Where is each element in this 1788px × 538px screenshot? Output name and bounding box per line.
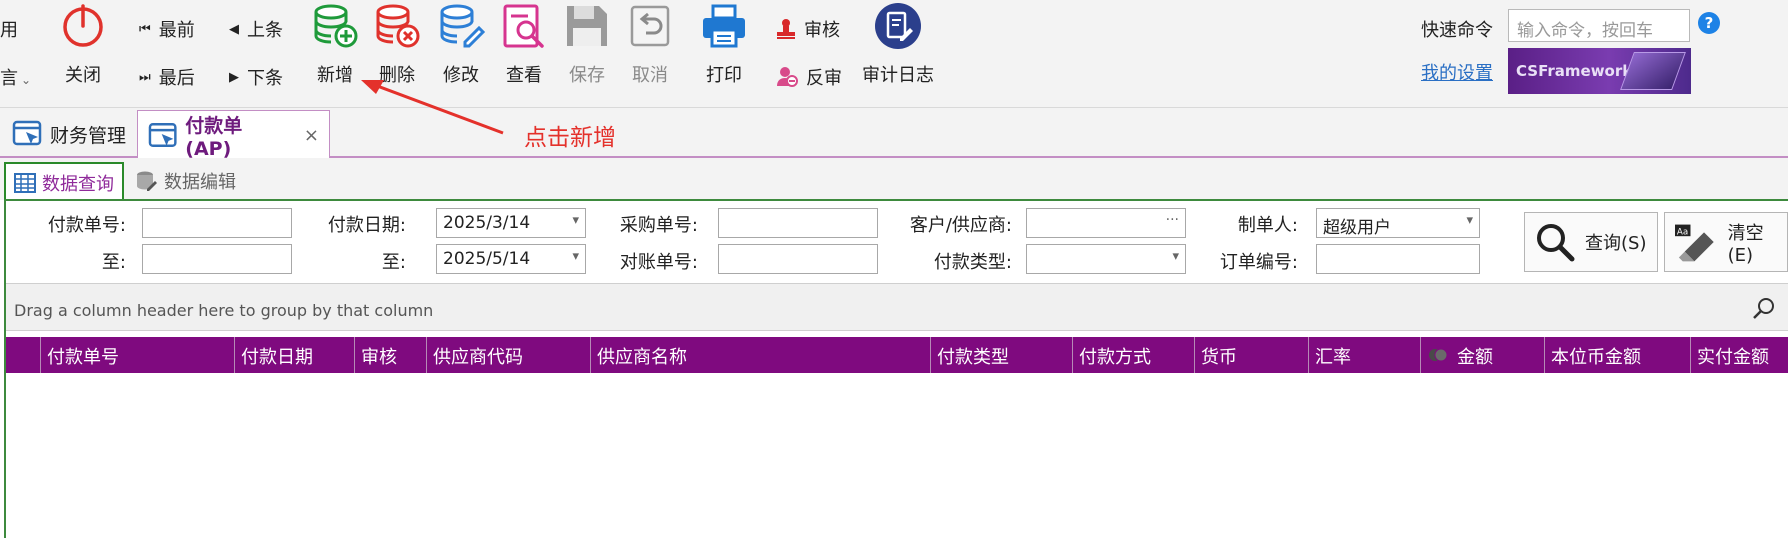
svg-text:Aa: Aa (1677, 227, 1688, 237)
database-edit-gray-icon (137, 171, 157, 191)
purchase-no-input[interactable] (718, 208, 878, 238)
column-header[interactable]: 付款单号 (40, 337, 234, 373)
column-header[interactable]: 付款日期 (234, 337, 354, 373)
group-by-panel[interactable]: Drag a column header here to group by th… (6, 283, 1788, 331)
payment-no-to-input[interactable] (142, 244, 292, 274)
column-header[interactable]: 供应商代码 (426, 337, 590, 373)
to-label-1: 至: (101, 252, 126, 273)
creator-label: 制单人: (1237, 215, 1298, 236)
customer-supplier-input[interactable] (1026, 208, 1186, 238)
payment-type-label: 付款类型: (933, 252, 1012, 273)
payment-type-select[interactable] (1026, 244, 1186, 274)
payment-no-from-input[interactable] (142, 208, 292, 238)
payment-date-from-picker[interactable]: 2025/3/14 (436, 208, 586, 238)
grid-header: 付款单号 付款日期 审核 供应商代码 供应商名称 付款类型 付款方式 货币 汇率… (6, 337, 1788, 373)
subtab-data-edit-label: 数据编辑 (164, 172, 236, 193)
column-header[interactable]: 本位币金额 (1544, 337, 1690, 373)
column-header[interactable]: 审核 (354, 337, 426, 373)
column-header[interactable]: 实付金额 (1690, 337, 1788, 373)
reconcile-no-input[interactable] (718, 244, 878, 274)
column-header-amount[interactable]: 金额 (1420, 337, 1544, 373)
customer-supplier-label: 客户/供应商: (909, 215, 1012, 236)
subtab-data-edit[interactable]: 数据编辑 (128, 162, 244, 200)
creator-select[interactable]: 超级用户 (1316, 208, 1480, 238)
column-header[interactable]: 供应商名称 (590, 337, 930, 373)
order-no-input[interactable] (1316, 244, 1480, 274)
subtab-data-query-label: 数据查询 (42, 174, 114, 195)
eraser-icon: Aa (1675, 224, 1714, 262)
clear-button[interactable]: Aa 清空(E) (1664, 212, 1788, 272)
row-indicator-header (6, 337, 40, 373)
column-header[interactable]: 汇率 (1308, 337, 1420, 373)
column-header-amount-label: 金额 (1457, 347, 1493, 368)
to-label-2: 至: (381, 252, 406, 273)
payment-date-label: 付款日期: (327, 215, 406, 236)
query-button[interactable]: 查询(S) (1524, 212, 1658, 272)
purchase-no-label: 采购单号: (619, 215, 698, 236)
sub-tab-bar: 数据查询 数据编辑 (0, 158, 1788, 202)
magnifier-icon (1537, 224, 1575, 262)
coins-icon (1429, 348, 1448, 362)
subtab-data-query[interactable]: 数据查询 (4, 162, 124, 202)
payment-no-label: 付款单号: (47, 215, 126, 236)
grid-body[interactable] (6, 373, 1788, 538)
column-header[interactable]: 付款方式 (1072, 337, 1194, 373)
column-header[interactable]: 货币 (1194, 337, 1308, 373)
table-grid-icon (14, 173, 36, 193)
annotation-text: 点击新增 (524, 125, 616, 151)
query-button-label: 查询(S) (1585, 233, 1647, 254)
payment-date-to-picker[interactable]: 2025/5/14 (436, 244, 586, 274)
search-icon[interactable] (1752, 296, 1776, 320)
column-header[interactable]: 付款类型 (930, 337, 1072, 373)
reconcile-no-label: 对账单号: (619, 252, 698, 273)
order-no-label: 订单编号: (1219, 252, 1298, 273)
clear-button-label: 清空(E) (1727, 222, 1764, 266)
